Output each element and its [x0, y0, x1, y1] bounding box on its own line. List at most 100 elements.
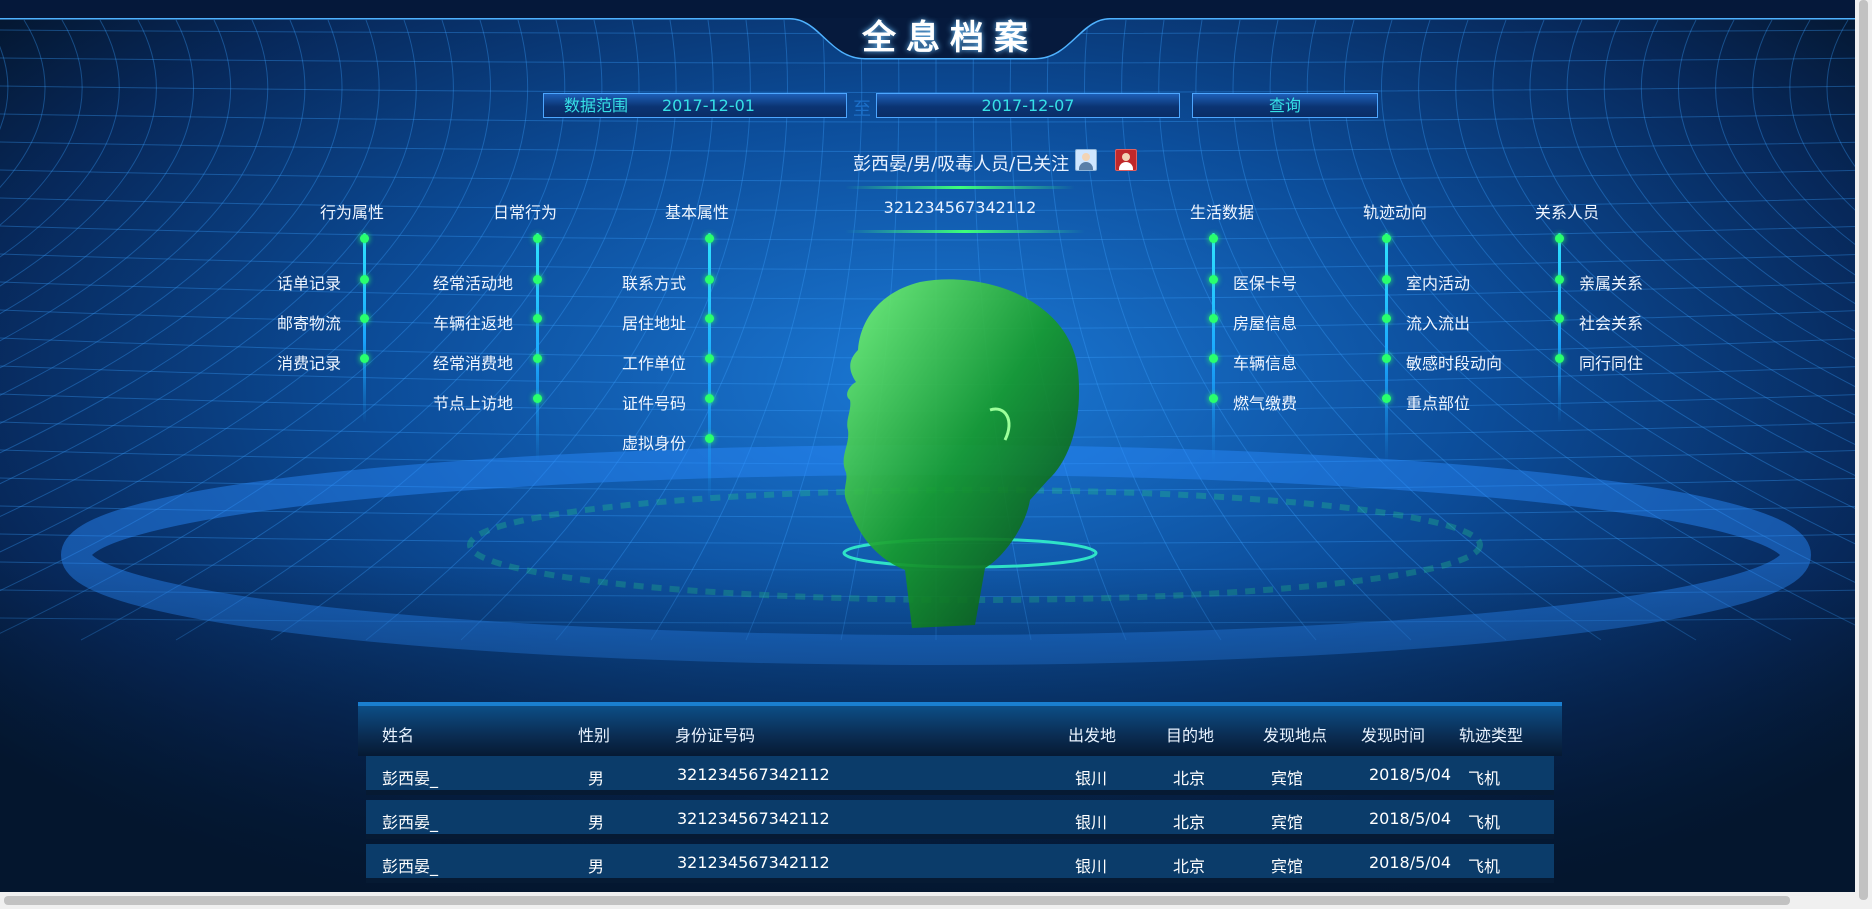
horizontal-scroll-thumb[interactable]	[4, 896, 1790, 905]
category-item[interactable]: 联系方式	[622, 270, 686, 294]
category-title: 行为属性	[320, 203, 385, 222]
category-node	[1555, 314, 1564, 323]
category-line	[1385, 233, 1388, 463]
category-title: 关系人员	[1535, 203, 1600, 222]
category-node	[533, 394, 542, 403]
date-separator: 至	[853, 99, 871, 120]
column-header-name: 姓名	[382, 726, 415, 745]
cell-gender: 男	[588, 857, 605, 876]
cell-name: 彭西晏_	[382, 813, 439, 832]
cell-origin: 银川	[1075, 813, 1108, 832]
category-item[interactable]: 经常消费地	[433, 350, 513, 374]
cell-time: 2018/5/04	[1369, 765, 1452, 784]
category-node	[1209, 234, 1218, 243]
category-item[interactable]: 社会关系	[1579, 310, 1643, 334]
category-item[interactable]: 工作单位	[622, 350, 686, 374]
category-node	[360, 314, 369, 323]
category-line	[1212, 233, 1215, 463]
column-header-time: 发现时间	[1361, 726, 1426, 745]
cell-origin: 银川	[1075, 857, 1108, 876]
cell-id: 321234567342112	[677, 765, 830, 784]
category-node	[1382, 394, 1391, 403]
category-item[interactable]: 车辆信息	[1233, 350, 1297, 374]
start-date-value[interactable]: 2017-12-01	[662, 94, 755, 118]
category-item[interactable]: 车辆往返地	[433, 310, 513, 334]
category-item[interactable]: 消费记录	[277, 350, 341, 374]
page-title: 全息档案	[862, 18, 1038, 58]
track-table: 姓名 性别 身份证号码 出发地 目的地 发现地点 发现时间 轨迹类型 彭西晏_ …	[358, 702, 1562, 892]
category-item[interactable]: 燃气缴费	[1233, 390, 1297, 414]
category-item[interactable]: 医保卡号	[1233, 270, 1297, 294]
cell-time: 2018/5/04	[1369, 853, 1452, 872]
table-row[interactable]: 彭西晏_ 男 321234567342112 银川 北京 宾馆 2018/5/0…	[366, 844, 1554, 883]
cell-id: 321234567342112	[677, 853, 830, 872]
category-line	[1558, 233, 1561, 423]
category-node	[533, 275, 542, 284]
category-line	[536, 233, 539, 463]
category-item[interactable]: 话单记录	[277, 270, 341, 294]
category-node	[360, 354, 369, 363]
category-title: 日常行为	[493, 203, 558, 222]
column-header-origin: 出发地	[1068, 726, 1117, 745]
cell-type: 飞机	[1468, 857, 1501, 876]
category-item[interactable]: 重点部位	[1406, 390, 1470, 414]
column-header-destination: 目的地	[1166, 726, 1215, 745]
category-item[interactable]: 节点上访地	[433, 390, 513, 414]
category-item[interactable]: 居住地址	[622, 310, 686, 334]
category-item[interactable]: 经常活动地	[433, 270, 513, 294]
cell-time: 2018/5/04	[1369, 809, 1452, 828]
cell-name: 彭西晏_	[382, 857, 439, 876]
category-item[interactable]: 同行同住	[1579, 350, 1643, 374]
id-top-divider	[845, 186, 1075, 189]
query-button[interactable]: 查询	[1192, 93, 1378, 118]
page-header: 全息档案	[790, 0, 1110, 62]
id-bottom-divider	[845, 230, 1085, 233]
category-item[interactable]: 流入流出	[1406, 310, 1470, 334]
category-node	[1555, 354, 1564, 363]
category-node	[705, 314, 714, 323]
end-date-field[interactable]: 2017-12-07	[876, 93, 1180, 118]
category-node	[1209, 275, 1218, 284]
vertical-scroll-thumb[interactable]	[1859, 0, 1868, 900]
category-item[interactable]: 房屋信息	[1233, 310, 1297, 334]
category-node	[1209, 354, 1218, 363]
category-node	[360, 234, 369, 243]
person-avatar-icon[interactable]	[1075, 149, 1097, 171]
horizontal-scrollbar[interactable]	[0, 892, 1855, 909]
category-node	[1209, 314, 1218, 323]
category-item[interactable]: 敏感时段动向	[1406, 350, 1502, 374]
category-node	[533, 314, 542, 323]
cell-destination: 北京	[1173, 857, 1206, 876]
cell-type: 飞机	[1468, 769, 1501, 788]
category-item[interactable]: 虚拟身份	[622, 430, 686, 454]
category-line	[708, 233, 711, 503]
cell-destination: 北京	[1173, 813, 1206, 832]
category-node	[360, 275, 369, 284]
category-title: 基本属性	[665, 203, 730, 222]
category-item[interactable]: 邮寄物流	[277, 310, 341, 334]
date-range-start-field[interactable]: 数据范围 2017-12-01	[543, 93, 847, 118]
category-node	[1555, 275, 1564, 284]
category-node	[1382, 275, 1391, 284]
person-avatar-red-icon[interactable]	[1115, 149, 1137, 171]
cell-destination: 北京	[1173, 769, 1206, 788]
table-row[interactable]: 彭西晏_ 男 321234567342112 银川 北京 宾馆 2018/5/0…	[366, 756, 1554, 795]
cell-gender: 男	[588, 813, 605, 832]
category-node	[705, 275, 714, 284]
category-title: 轨迹动向	[1363, 203, 1428, 222]
vertical-scrollbar[interactable]	[1855, 0, 1872, 909]
category-node	[705, 354, 714, 363]
cell-type: 飞机	[1468, 813, 1501, 832]
column-header-id: 身份证号码	[675, 726, 756, 745]
cell-place: 宾馆	[1271, 769, 1304, 788]
category-item[interactable]: 亲属关系	[1579, 270, 1643, 294]
category-item[interactable]: 室内活动	[1406, 270, 1470, 294]
table-row[interactable]: 彭西晏_ 男 321234567342112 银川 北京 宾馆 2018/5/0…	[366, 800, 1554, 839]
cell-id: 321234567342112	[677, 809, 830, 828]
category-node	[1555, 234, 1564, 243]
column-header-gender: 性别	[578, 726, 611, 745]
category-item[interactable]: 证件号码	[622, 390, 686, 414]
category-node	[1382, 234, 1391, 243]
category-node	[705, 234, 714, 243]
category-node	[1382, 354, 1391, 363]
